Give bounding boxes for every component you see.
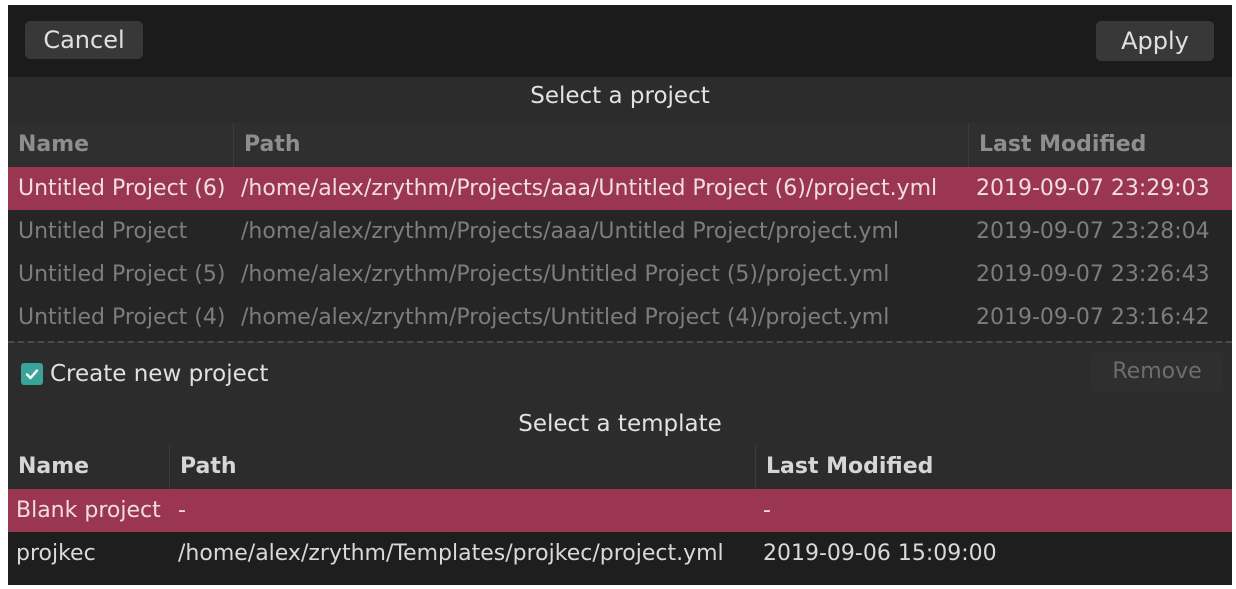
project-row[interactable]: Untitled Project (4) /home/alex/zrythm/P… (8, 296, 1232, 339)
templates-table: Name Path Last Modified Blank project - … (8, 445, 1232, 585)
project-name: Untitled Project (5) (18, 262, 226, 287)
remove-button[interactable]: Remove (1091, 352, 1223, 392)
project-name: Untitled Project (4) (18, 305, 226, 330)
project-last-modified: 2019-09-07 23:16:42 (976, 305, 1210, 330)
template-row[interactable]: Blank project - - (8, 489, 1232, 532)
template-name: Blank project (16, 498, 161, 523)
project-assistant-dialog: Cancel Apply Select a project Name Path … (8, 5, 1232, 585)
apply-button[interactable]: Apply (1096, 21, 1214, 61)
column-header-last-modified[interactable]: Last Modified (755, 445, 1232, 489)
project-last-modified: 2019-09-07 23:29:03 (976, 176, 1210, 201)
project-path: /home/alex/zrythm/Projects/aaa/Untitled … (241, 219, 900, 244)
template-name: projkec (16, 541, 96, 566)
templates-section-title: Select a template (518, 411, 722, 437)
project-path: /home/alex/zrythm/Projects/Untitled Proj… (241, 305, 890, 330)
column-header-path[interactable]: Path (233, 123, 968, 167)
create-new-project-label[interactable]: Create new project (50, 357, 268, 391)
column-header-last-modified[interactable]: Last Modified (968, 123, 1232, 167)
project-name: Untitled Project (6) (18, 176, 226, 201)
project-last-modified: 2019-09-07 23:28:04 (976, 219, 1210, 244)
column-header-name[interactable]: Name (8, 123, 233, 167)
column-header-path[interactable]: Path (169, 445, 755, 489)
project-path: /home/alex/zrythm/Projects/Untitled Proj… (241, 262, 890, 287)
template-path: /home/alex/zrythm/Templates/projkec/proj… (178, 541, 724, 566)
project-last-modified: 2019-09-07 23:26:43 (976, 262, 1210, 287)
template-path: - (178, 498, 186, 523)
cancel-button[interactable]: Cancel (25, 21, 143, 59)
project-row[interactable]: Untitled Project /home/alex/zrythm/Proje… (8, 210, 1232, 253)
projects-table: Name Path Last Modified Untitled Project… (8, 123, 1232, 341)
template-last-modified: - (763, 498, 771, 523)
column-header-name[interactable]: Name (8, 445, 169, 489)
checkmark-icon (25, 369, 39, 380)
projects-table-header: Name Path Last Modified (8, 123, 1232, 167)
projects-section-title: Select a project (530, 83, 710, 109)
scroll-overflow-indicator (8, 341, 1232, 343)
project-path: /home/alex/zrythm/Projects/aaa/Untitled … (241, 176, 938, 201)
template-row[interactable]: projkec /home/alex/zrythm/Templates/proj… (8, 532, 1232, 575)
project-name: Untitled Project (18, 219, 188, 244)
header-bar: Cancel Apply (8, 5, 1232, 77)
create-new-project-checkbox[interactable] (21, 363, 43, 385)
template-last-modified: 2019-09-06 15:09:00 (763, 541, 997, 566)
project-row[interactable]: Untitled Project (5) /home/alex/zrythm/P… (8, 253, 1232, 296)
project-row[interactable]: Untitled Project (6) /home/alex/zrythm/P… (8, 167, 1232, 210)
templates-table-header: Name Path Last Modified (8, 445, 1232, 489)
